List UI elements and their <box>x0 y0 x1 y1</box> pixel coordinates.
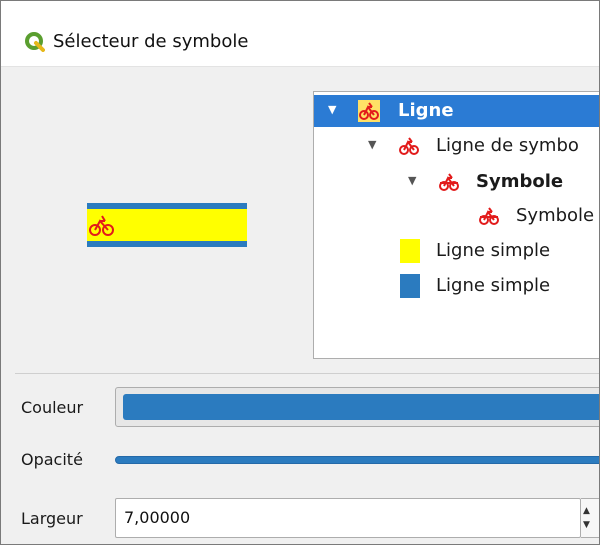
symbol-layer-tree[interactable]: ▼ Ligne ▼ Ligne de symbo ▼ Symbole Symbo… <box>313 91 599 359</box>
dialog-title: Sélecteur de symbole <box>53 31 249 52</box>
bicycle-icon <box>358 100 380 122</box>
opacity-label: Opacité <box>21 450 83 469</box>
symbol-preview <box>87 203 247 247</box>
color-label: Couleur <box>21 398 84 417</box>
tree-item-label: Ligne <box>398 100 454 121</box>
divider <box>15 373 599 374</box>
tree-item-label: Ligne simple <box>436 275 551 296</box>
bicycle-icon <box>399 137 419 155</box>
bicycle-icon <box>479 207 499 225</box>
tree-item-label: Symbole <box>476 171 564 192</box>
color-swatch <box>400 274 420 298</box>
color-fill <box>123 394 599 420</box>
chevron-down-icon[interactable]: ▼ <box>583 520 590 530</box>
width-label: Largeur <box>21 509 83 528</box>
expand-caret-icon[interactable]: ▼ <box>368 138 376 151</box>
tree-item-ligne-simple-yellow[interactable]: Ligne simple <box>314 235 599 267</box>
symbol-selector-dialog: Sélecteur de symbole ▼ Ligne ▼ Ligne de … <box>0 0 600 545</box>
tree-item-symbole[interactable]: ▼ Symbole <box>314 166 599 198</box>
chevron-up-icon[interactable]: ▲ <box>583 506 590 516</box>
tree-item-label: Ligne de symbo <box>436 135 579 156</box>
title-bar: Sélecteur de symbole <box>1 1 599 67</box>
opacity-slider[interactable] <box>115 456 599 464</box>
color-picker-button[interactable] <box>115 387 599 427</box>
width-stepper[interactable]: ▲ ▼ <box>581 498 599 538</box>
tree-item-symbole-child[interactable]: Symbole <box>314 200 599 232</box>
tree-item-label: Ligne simple <box>436 240 551 261</box>
color-swatch <box>400 239 420 263</box>
tree-item-ligne-de-symbole[interactable]: ▼ Ligne de symbo <box>314 130 599 162</box>
expand-caret-icon[interactable]: ▼ <box>408 174 416 187</box>
width-spinbox[interactable]: 7,00000 <box>115 498 581 538</box>
tree-item-ligne[interactable]: ▼ Ligne <box>314 95 599 127</box>
expand-caret-icon[interactable]: ▼ <box>328 103 336 116</box>
bicycle-icon <box>439 173 459 191</box>
tree-item-ligne-simple-blue[interactable]: Ligne simple <box>314 270 599 302</box>
tree-item-label: Symbole <box>516 205 595 226</box>
qgis-logo-icon <box>25 32 45 52</box>
